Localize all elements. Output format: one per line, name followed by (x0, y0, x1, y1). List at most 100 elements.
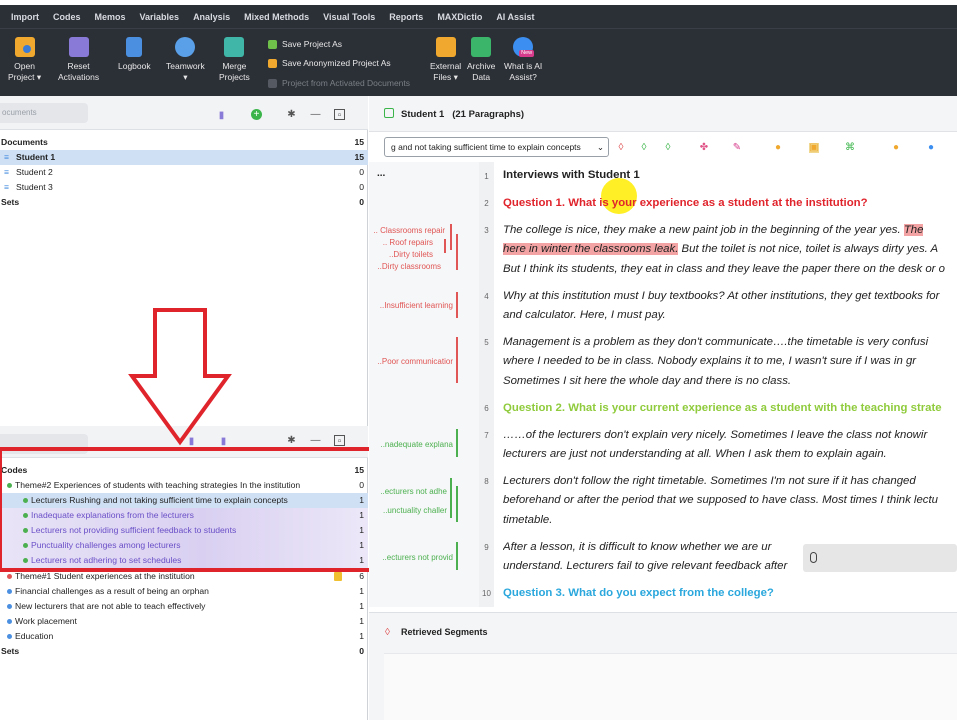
code-row-schedules[interactable]: Lecturers not adhering to set schedules 1 (0, 553, 368, 568)
project-from-activated-button[interactable]: Project from Activated Documents (268, 78, 410, 88)
emoji-icon[interactable]: ● (773, 143, 783, 153)
menu-memos[interactable]: Memos (88, 12, 133, 22)
more-icon[interactable]: ... (377, 168, 385, 179)
external-files-button[interactable]: External Files ▾ (430, 37, 461, 83)
margin-code-classrooms-repair[interactable]: .. Classrooms repair (373, 226, 445, 235)
document-row-student-2[interactable]: ≡ Student 2 0 (0, 165, 368, 180)
row-label: Codes (1, 465, 28, 475)
paragraph-2[interactable]: Question 1. What is your experience as a… (503, 194, 957, 214)
margin-code-poor-communication[interactable]: ..Poor communicatior (377, 357, 453, 366)
paragraph-10[interactable]: Question 3. What do you expect from the … (503, 584, 957, 604)
undock-icon[interactable]: ▫ (334, 109, 345, 121)
margin-code-insufficient-learning[interactable]: ..Insufficient learning (380, 301, 453, 310)
logbook-button[interactable]: Logbook (118, 37, 151, 72)
paragraph-8-line-2[interactable]: beforehand or after the period that we s… (503, 491, 957, 511)
paragraph-3-line-1[interactable]: The college is nice, they make a new pai… (503, 221, 957, 241)
menu-analysis[interactable]: Analysis (186, 12, 237, 22)
merge-projects-button[interactable]: Merge Projects (219, 37, 250, 83)
menu-variables[interactable]: Variables (133, 12, 187, 22)
codes-root-row[interactable]: Codes 15 (0, 463, 368, 478)
code-icon[interactable]: ◊ (616, 143, 626, 153)
margin-code-dirty-toilets[interactable]: ..Dirty toilets (389, 250, 433, 259)
save-project-as-button[interactable]: Save Project As (268, 39, 342, 49)
code-row-theme-2[interactable]: Theme#2 Experiences of students with tea… (0, 478, 368, 493)
paragraph-8-line-1[interactable]: Lecturers don't follow the right timetab… (503, 472, 957, 492)
code-row-work-placement[interactable]: Work placement 1 (0, 614, 368, 629)
paragraph-5-line-1[interactable]: Management is a problem as they don't co… (503, 333, 957, 353)
paragraph-6[interactable]: Question 2. What is your current experie… (503, 399, 957, 419)
paragraph-3-line-3[interactable]: But I think its students, they eat in cl… (503, 260, 957, 280)
microphone-icon[interactable] (810, 552, 817, 563)
minimize-icon[interactable]: — (310, 435, 321, 446)
code-add-icon[interactable]: ◊ (639, 143, 649, 153)
margin-code-lecturers-not-adhere[interactable]: ..ecturers not adhe (380, 487, 447, 496)
info-icon[interactable]: ● (926, 143, 936, 153)
undock-icon[interactable]: ▫ (334, 435, 345, 447)
document-row-student-3[interactable]: ≡ Student 3 0 (0, 180, 368, 195)
margin-code-inadequate-explanation[interactable]: ..nadequate explana (380, 440, 453, 449)
paragraph-number: 5 (484, 338, 489, 347)
menu-codes[interactable]: Codes (46, 12, 88, 22)
code-row-theme-1[interactable]: Theme#1 Student experiences at the insti… (0, 569, 368, 584)
code-row-inadequate-explanations[interactable]: Inadequate explanations from the lecture… (0, 508, 368, 523)
menu-ai-assist[interactable]: AI Assist (489, 12, 541, 22)
row-label: Inadequate explanations from the lecture… (31, 510, 194, 520)
gear-icon[interactable]: ✱ (286, 435, 297, 446)
code-sets-row[interactable]: Sets 0 (0, 644, 368, 659)
paragraph-5-line-2[interactable]: where I needed to be in class. Nobody ex… (503, 352, 957, 372)
paragraph-8-line-3[interactable]: timetable. (503, 511, 957, 531)
document-row-student-1[interactable]: ≡ Student 1 15 (0, 150, 368, 165)
row-label: Punctuality challenges among lecturers (31, 540, 181, 550)
menu-visual-tools[interactable]: Visual Tools (316, 12, 382, 22)
paragraph-7-line-2[interactable]: lecturers are just not understanding at … (503, 445, 957, 465)
paragraph-7-line-1[interactable]: ……of the lecturers don't explain very ni… (503, 426, 957, 446)
code-row-education[interactable]: Education 1 (0, 629, 368, 644)
code-tool-icon[interactable]: ◊ (663, 143, 673, 153)
minimize-icon[interactable]: — (310, 109, 321, 120)
menu-maxdictio[interactable]: MAXDictio (430, 12, 489, 22)
retrieved-segments-body[interactable] (384, 653, 957, 720)
document-icon[interactable]: ▮ (216, 110, 227, 121)
link-icon[interactable]: ⌘ (845, 143, 855, 153)
dictation-bar[interactable] (803, 544, 957, 572)
paragraph-4-line-1[interactable]: Why at this institution must I buy textb… (503, 287, 957, 307)
menu-mixed-methods[interactable]: Mixed Methods (237, 12, 316, 22)
add-icon[interactable]: + (251, 109, 262, 120)
code-row-feedback[interactable]: Lecturers not providing sufficient feedb… (0, 523, 368, 538)
paragraph-5-line-3[interactable]: Sometimes I sit here the whole day and t… (503, 372, 957, 392)
code-row-punctuality[interactable]: Punctuality challenges among lecturers 1 (0, 538, 368, 553)
paragraph-3-line-2[interactable]: here in winter the classrooms leak. But … (503, 240, 957, 260)
edit-icon[interactable] (384, 108, 394, 118)
menu-import[interactable]: Import (0, 12, 46, 22)
document-search-input[interactable]: ocuments (0, 103, 88, 123)
save-anonymized-button[interactable]: Save Anonymized Project As (268, 58, 391, 68)
margin-code-punctuality[interactable]: ..unctuality challer (383, 506, 447, 515)
margin-code-lecturers-not-provide[interactable]: ..ecturers not provid (382, 553, 453, 562)
emoticode-icon[interactable]: ✤ (699, 143, 709, 153)
paragraph-1[interactable]: Interviews with Student 1 (503, 166, 957, 186)
code-icon[interactable]: ▮ (186, 436, 197, 447)
comment-icon[interactable]: ● (891, 143, 901, 153)
code-row-lecturers-rushing[interactable]: Lecturers Rushing and not taking suffici… (0, 493, 368, 508)
margin-code-dirty-classrooms[interactable]: ..Dirty classrooms (377, 262, 441, 271)
document-sets-row[interactable]: Sets 0 (0, 195, 368, 210)
documents-root-row[interactable]: Documents 15 (0, 135, 368, 150)
code-row-new-lecturers[interactable]: New lecturers that are not able to teach… (0, 599, 368, 614)
highlighter-icon[interactable]: ✎ (732, 143, 742, 153)
gear-icon[interactable]: ✱ (286, 109, 297, 120)
memo-icon[interactable] (334, 572, 342, 581)
code-search-input[interactable] (0, 434, 88, 454)
archive-data-button[interactable]: Archive Data (467, 37, 495, 83)
reset-activations-button[interactable]: Reset Activations (58, 37, 99, 83)
margin-code-roof-repairs[interactable]: .. Roof repairs (383, 238, 433, 247)
memo-toggle-icon[interactable]: ▣ (809, 143, 819, 153)
code-row-financial[interactable]: Financial challenges as a result of bein… (0, 584, 368, 599)
document-icon[interactable]: ▮ (218, 436, 229, 447)
quick-code-select[interactable]: g and not taking sufficient time to expl… (384, 137, 609, 157)
open-project-button[interactable]: Open Project ▾ (8, 37, 41, 83)
ai-assist-button[interactable]: New What is AI Assist? (504, 37, 542, 83)
document-browser: Student 1 (21 Paragraphs) g and not taki… (369, 96, 957, 720)
teamwork-button[interactable]: Teamwork ▾ (166, 37, 205, 83)
paragraph-4-line-2[interactable]: and calculator. Here, I must pay. (503, 306, 957, 326)
menu-reports[interactable]: Reports (382, 12, 430, 22)
